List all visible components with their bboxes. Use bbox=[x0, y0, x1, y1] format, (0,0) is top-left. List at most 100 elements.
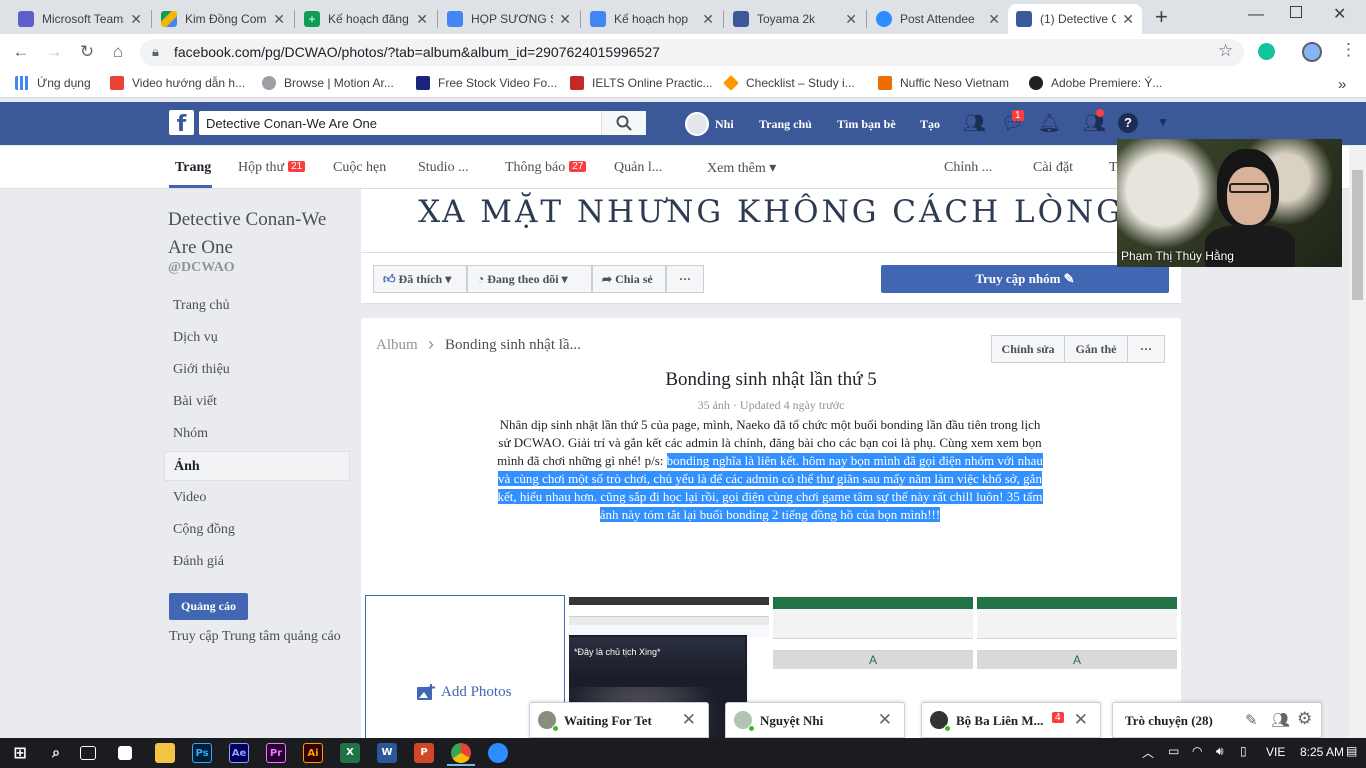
browser-tab-hopsuong[interactable]: HỌP SƯƠNG S ✕ bbox=[439, 4, 579, 34]
sidebar-item-reviews[interactable]: Đánh giá bbox=[164, 547, 350, 577]
after-effects-icon[interactable]: Ae bbox=[229, 743, 249, 763]
close-tab-icon[interactable]: ✕ bbox=[273, 11, 285, 28]
zoom-icon[interactable] bbox=[488, 743, 508, 763]
chat-tab[interactable]: Bộ Ba Liên M... 4 ✕ bbox=[921, 702, 1101, 738]
close-tab-icon[interactable]: ✕ bbox=[559, 11, 571, 28]
tab-manage[interactable]: Quản l... bbox=[614, 160, 662, 176]
wifi-icon[interactable]: ◠ bbox=[1192, 744, 1202, 758]
premiere-icon[interactable]: Pr bbox=[266, 743, 286, 763]
breadcrumb-album[interactable]: Album bbox=[376, 337, 418, 354]
volume-icon[interactable]: 🔊︎ bbox=[1216, 744, 1224, 759]
close-tab-icon[interactable]: ✕ bbox=[416, 11, 428, 28]
find-friends-link[interactable]: Tìm bạn bè bbox=[837, 117, 896, 132]
close-icon[interactable]: ✕ bbox=[878, 710, 892, 730]
profile-avatar[interactable] bbox=[1302, 42, 1322, 62]
chat-tab[interactable]: Nguyệt Nhi ✕ bbox=[725, 702, 905, 738]
more-bookmarks-icon[interactable]: » bbox=[1338, 76, 1346, 93]
browser-tab-toyama[interactable]: Toyama 2k ✕ bbox=[725, 4, 865, 34]
bookmark-star-icon[interactable]: ☆ bbox=[1218, 41, 1233, 61]
close-tab-icon[interactable]: ✕ bbox=[1122, 11, 1134, 28]
network-icon[interactable]: ▭ bbox=[1168, 744, 1179, 758]
search-icon[interactable]: ⌕ bbox=[46, 743, 66, 763]
compose-icon[interactable]: ✎ bbox=[1245, 711, 1258, 730]
new-tab-button[interactable]: + bbox=[1155, 4, 1168, 30]
notifications-icon[interactable]: 🔔︎ bbox=[1038, 113, 1061, 134]
maximize-icon[interactable] bbox=[1290, 6, 1302, 18]
chat-tab[interactable]: Waiting For Tet ✕ bbox=[529, 702, 709, 738]
bookmark-item[interactable]: Video hướng dẫn h... bbox=[110, 76, 245, 90]
following-button[interactable]: ◔ Đang theo dõi ▾ bbox=[467, 265, 592, 293]
help-icon[interactable]: ? bbox=[1118, 113, 1138, 133]
menu-kebab-icon[interactable]: ⋮ bbox=[1340, 40, 1357, 60]
page-title[interactable]: Detective Conan-We Are One bbox=[168, 206, 348, 262]
browser-tab-teams[interactable]: Microsoft Teams ✕ bbox=[10, 4, 150, 34]
close-tab-icon[interactable]: ✕ bbox=[988, 11, 1000, 28]
browser-tab-zoom[interactable]: Post Attendee ✕ bbox=[868, 4, 1008, 34]
illustrator-icon[interactable]: Ai bbox=[303, 743, 323, 763]
visit-group-button[interactable]: Truy cập nhóm ✎ bbox=[881, 265, 1169, 293]
grammarly-icon[interactable] bbox=[1258, 43, 1275, 60]
browser-tab-kimdong[interactable]: Kim Đồng Comics✕ bbox=[153, 4, 293, 34]
close-tab-icon[interactable]: ✕ bbox=[702, 11, 714, 28]
excel-icon[interactable]: X bbox=[340, 743, 360, 763]
home-icon[interactable]: ⌂ bbox=[108, 42, 128, 62]
ad-center-link[interactable]: Truy cập Trung tâm quảng cáo bbox=[169, 629, 341, 645]
chat-sidebar-toggle[interactable]: Trò chuyện (28) ✎ 👥︎ ⚙ bbox=[1112, 702, 1322, 738]
sidebar-item-home[interactable]: Trang chủ bbox=[164, 291, 350, 321]
share-button[interactable]: ➦ Chia sẻ bbox=[592, 265, 666, 293]
group-icon[interactable]: 👥︎ bbox=[1271, 711, 1290, 730]
avatar[interactable] bbox=[685, 112, 709, 136]
sidebar-item-posts[interactable]: Bài viết bbox=[164, 387, 350, 417]
windows-start-icon[interactable]: ⊞ bbox=[10, 743, 30, 763]
video-call-overlay[interactable] bbox=[1117, 139, 1342, 267]
edit-album-button[interactable]: Chỉnh sửa bbox=[991, 335, 1065, 363]
tab-page[interactable]: Trang bbox=[175, 160, 211, 176]
lock-icon[interactable]: 🔒︎ bbox=[152, 44, 159, 60]
browser-tab-detective[interactable]: (1) Detective C ✕ bbox=[1008, 4, 1142, 34]
sidebar-item-services[interactable]: Dịch vụ bbox=[164, 323, 350, 353]
store-icon[interactable] bbox=[118, 746, 132, 760]
facebook-logo[interactable]: f bbox=[169, 110, 194, 137]
close-icon[interactable]: ✕ bbox=[682, 710, 696, 730]
photoshop-icon[interactable]: Ps bbox=[192, 743, 212, 763]
bookmark-item[interactable]: IELTS Online Practic... bbox=[570, 76, 713, 90]
sidebar-item-about[interactable]: Giới thiệu bbox=[164, 355, 350, 385]
more-options-button[interactable]: ··· bbox=[666, 265, 704, 293]
sidebar-item-photos[interactable]: Ảnh bbox=[164, 451, 350, 481]
scrollbar-thumb[interactable] bbox=[1352, 170, 1363, 300]
bookmark-item[interactable]: Nuffic Neso Vietnam bbox=[878, 76, 1009, 90]
chrome-icon[interactable] bbox=[451, 743, 471, 763]
tab-edit[interactable]: Chỉnh ... bbox=[944, 160, 992, 176]
powerpoint-icon[interactable]: P bbox=[414, 743, 434, 763]
gear-icon[interactable]: ⚙ bbox=[1297, 709, 1312, 729]
bookmark-item[interactable]: Free Stock Video Fo... bbox=[416, 76, 557, 90]
create-link[interactable]: Tạo bbox=[920, 117, 940, 132]
close-window-icon[interactable]: ✕ bbox=[1333, 4, 1346, 24]
bookmark-item[interactable]: Browse | Motion Ar... bbox=[262, 76, 394, 90]
friend-requests-icon[interactable]: 👥︎ bbox=[963, 113, 986, 134]
task-view-icon[interactable] bbox=[80, 746, 96, 760]
tag-button[interactable]: Gắn thẻ bbox=[1064, 335, 1128, 363]
close-tab-icon[interactable]: ✕ bbox=[845, 11, 857, 28]
home-link[interactable]: Trang chủ bbox=[759, 117, 812, 132]
bookmark-apps[interactable]: Ứng dụng bbox=[15, 76, 91, 90]
tab-settings[interactable]: Cài đặt bbox=[1033, 160, 1073, 176]
file-explorer-icon[interactable] bbox=[155, 743, 175, 763]
sidebar-item-groups[interactable]: Nhóm bbox=[164, 419, 350, 449]
album-more-button[interactable]: ··· bbox=[1127, 335, 1165, 363]
browser-tab-kehoachhop[interactable]: Kế hoạch họp ✕ bbox=[582, 4, 722, 34]
browser-tab-kehoach[interactable]: + Kế hoạch đăng bài✕ bbox=[296, 4, 436, 34]
promote-button[interactable]: Quảng cáo bbox=[169, 593, 248, 620]
clock[interactable]: 8:25 AM bbox=[1300, 745, 1344, 759]
notifications-center-icon[interactable]: ▤ bbox=[1346, 744, 1357, 758]
minimize-icon[interactable]: — bbox=[1248, 6, 1264, 24]
search-button[interactable] bbox=[601, 111, 646, 135]
reload-icon[interactable]: ↻ bbox=[77, 42, 97, 62]
tab-more[interactable]: Xem thêm ▾ bbox=[707, 160, 776, 177]
battery-icon[interactable]: ▯ bbox=[1240, 744, 1247, 758]
sidebar-item-videos[interactable]: Video bbox=[164, 483, 350, 513]
forward-icon[interactable]: → bbox=[44, 42, 64, 62]
account-menu-icon[interactable]: ▼ bbox=[1157, 115, 1169, 129]
close-icon[interactable]: ✕ bbox=[1074, 710, 1088, 730]
sidebar-item-community[interactable]: Cộng đồng bbox=[164, 515, 350, 545]
